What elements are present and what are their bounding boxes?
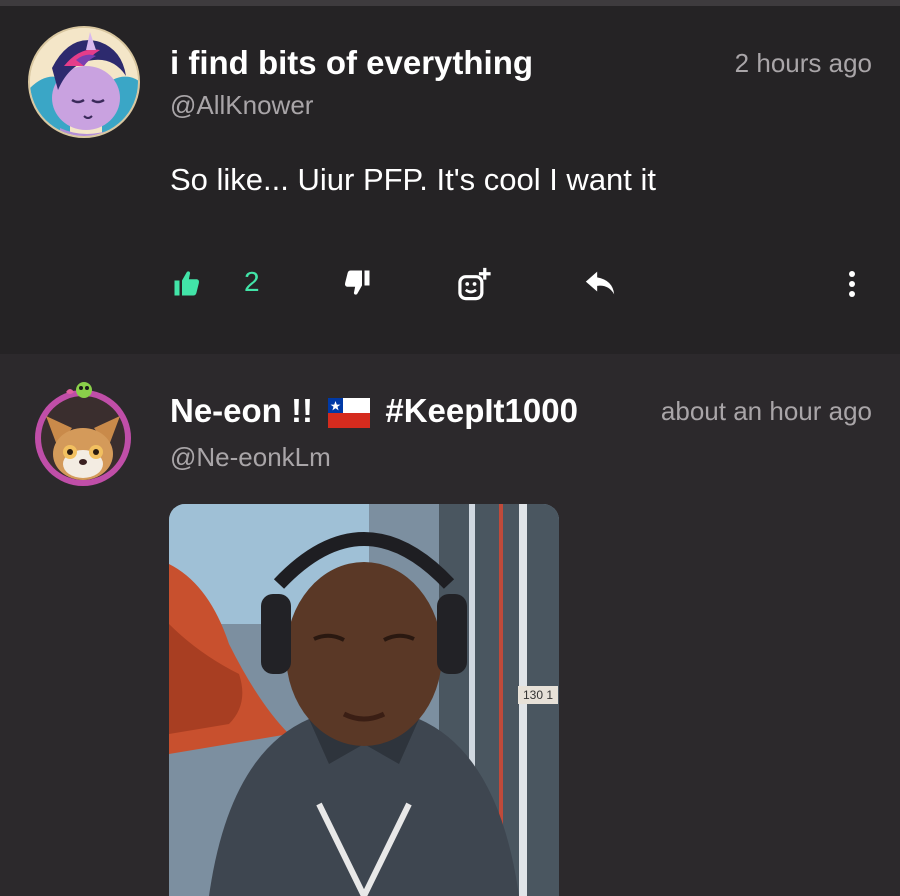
post-1: i find bits of everything @AllKnower 2 h… <box>0 6 900 354</box>
post-timestamp: about an hour ago <box>660 396 872 426</box>
media-overlay-label: 130 1 <box>518 686 558 704</box>
thumbs-down-icon <box>345 270 370 295</box>
post-timestamp: 2 hours ago <box>734 48 872 78</box>
author-avatar[interactable] <box>28 26 140 138</box>
more-options-button[interactable] <box>840 264 864 304</box>
hashtag[interactable]: #KeepIt1000 <box>385 392 578 429</box>
author-name[interactable]: i find bits of everything <box>170 44 533 82</box>
add-reaction-button[interactable] <box>456 264 496 304</box>
author-name-line[interactable]: Ne-eon !! #KeepIt1000 <box>170 392 602 430</box>
like-button[interactable] <box>170 266 204 300</box>
media-photo <box>169 504 559 896</box>
reply-button[interactable] <box>582 266 618 300</box>
author-name[interactable]: Ne-eon !! <box>170 392 313 429</box>
author-handle[interactable]: @AllKnower <box>170 90 313 121</box>
dislike-button[interactable] <box>340 266 374 300</box>
pony-avatar-icon <box>30 28 138 136</box>
fox-avatar-icon <box>35 382 131 486</box>
chile-flag-icon <box>328 398 371 429</box>
author-handle[interactable]: @Ne-eonkLm <box>170 442 331 473</box>
thumbs-up-icon <box>174 271 199 296</box>
kebab-menu-icon <box>849 271 855 297</box>
like-count: 2 <box>244 266 260 297</box>
post-media-image[interactable] <box>169 504 559 896</box>
author-avatar[interactable] <box>24 376 142 488</box>
post-text: So like... Uiur PFP. It's cool I want it <box>170 162 657 197</box>
post-2: Ne-eon !! #KeepIt1000 @Ne-eonkLm about a… <box>0 354 900 896</box>
post-actions: 2 <box>0 254 900 310</box>
add-emoji-icon <box>458 267 491 301</box>
reply-arrow-icon <box>585 271 615 295</box>
